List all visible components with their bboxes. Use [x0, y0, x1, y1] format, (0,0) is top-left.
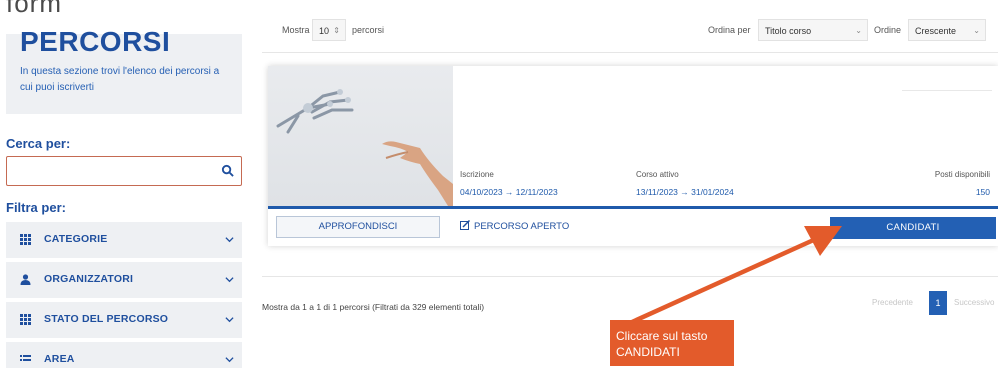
page-size-select[interactable]: 10 ⇕	[312, 19, 346, 41]
filter-label-stato: STATO DEL PERCORSO	[44, 313, 169, 325]
footer-divider	[262, 276, 998, 277]
chevron-down-icon: ⌄	[855, 26, 862, 35]
card-divider-line	[902, 90, 992, 91]
seats-value: 150	[975, 187, 990, 197]
chevron-down-icon	[225, 317, 234, 323]
filter-label-organizzatori: ORGANIZZATORI	[44, 273, 134, 285]
order-select[interactable]: Crescente ⌄	[908, 19, 986, 41]
filter-label-categorie: CATEGORIE	[44, 233, 108, 245]
search-field[interactable]	[6, 156, 242, 186]
order-label: Ordine	[874, 25, 902, 35]
course-status-text: PERCORSO APERTO	[474, 221, 570, 232]
results-info: Mostra da 1 a 1 di 1 percorsi (Filtrati …	[262, 302, 485, 312]
pagination-next[interactable]: Successivo	[954, 298, 994, 307]
robot-human-hands-illustration	[276, 89, 453, 206]
show-suffix-label: percorsi	[352, 25, 385, 35]
course-status: PERCORSO APERTO	[460, 220, 569, 232]
order-by-select[interactable]: Titolo corso ⌄	[758, 19, 868, 41]
filter-organizzatori[interactable]: ORGANIZZATORI	[6, 262, 242, 298]
chevron-down-icon	[225, 277, 234, 283]
filter-categorie[interactable]: CATEGORIE	[6, 222, 242, 258]
course-card: Iscrizione 04/10/2023 → 12/11/2023 Corso…	[268, 66, 998, 246]
search-label: Cerca per:	[6, 136, 71, 151]
filter-label-area: AREA	[44, 353, 75, 365]
toolbar-divider	[262, 52, 998, 53]
enrollment-label: Iscrizione	[460, 170, 494, 179]
show-prefix-label: Mostra	[282, 25, 310, 35]
pagination-previous[interactable]: Precedente	[872, 298, 913, 307]
pagination-current-page[interactable]: 1	[929, 291, 947, 315]
active-course-label: Corso attivo	[636, 170, 679, 179]
details-button[interactable]: APPROFONDISCI	[276, 216, 440, 238]
annotation-callout: Cliccare sul tasto CANDIDATI	[610, 320, 734, 366]
seats-label: Posti disponibili	[934, 170, 990, 179]
search-icon[interactable]	[221, 164, 234, 177]
list-icon	[20, 355, 31, 361]
chevron-down-icon	[225, 357, 234, 363]
grid-icon	[20, 314, 31, 325]
card-accent-rule	[268, 206, 998, 209]
filter-stato-percorso[interactable]: STATO DEL PERCORSO	[6, 302, 242, 338]
user-icon	[20, 274, 31, 285]
search-input[interactable]	[13, 161, 213, 181]
grid-icon	[20, 234, 31, 245]
chevron-down-icon	[225, 237, 234, 243]
percorsi-hero-box: PERCORSI In questa sezione trovi l'elenc…	[6, 26, 242, 114]
filter-label: Filtra per:	[6, 200, 66, 215]
updown-icon: ⇕	[333, 26, 340, 35]
edit-icon	[460, 220, 470, 230]
page-description: In questa sezione trovi l'elenco dei per…	[20, 66, 220, 93]
apply-button[interactable]: CANDIDATI	[830, 217, 996, 239]
chevron-down-icon: ⌄	[973, 26, 980, 35]
list-toolbar: Mostra 10 ⇕ percorsi Ordina per Titolo c…	[270, 16, 990, 44]
order-by-value: Titolo corso	[765, 26, 812, 36]
order-by-label: Ordina per	[708, 25, 751, 35]
enrollment-dates: 04/10/2023 → 12/11/2023	[460, 187, 558, 197]
active-course-dates: 13/11/2023 → 31/01/2024	[636, 187, 734, 197]
page-size-value: 10	[319, 26, 330, 36]
filter-area[interactable]: AREA	[6, 342, 242, 368]
course-image	[268, 66, 453, 206]
order-value: Crescente	[915, 26, 957, 36]
form-heading-fragment: form	[6, 0, 62, 18]
page-title: PERCORSI	[20, 26, 171, 57]
